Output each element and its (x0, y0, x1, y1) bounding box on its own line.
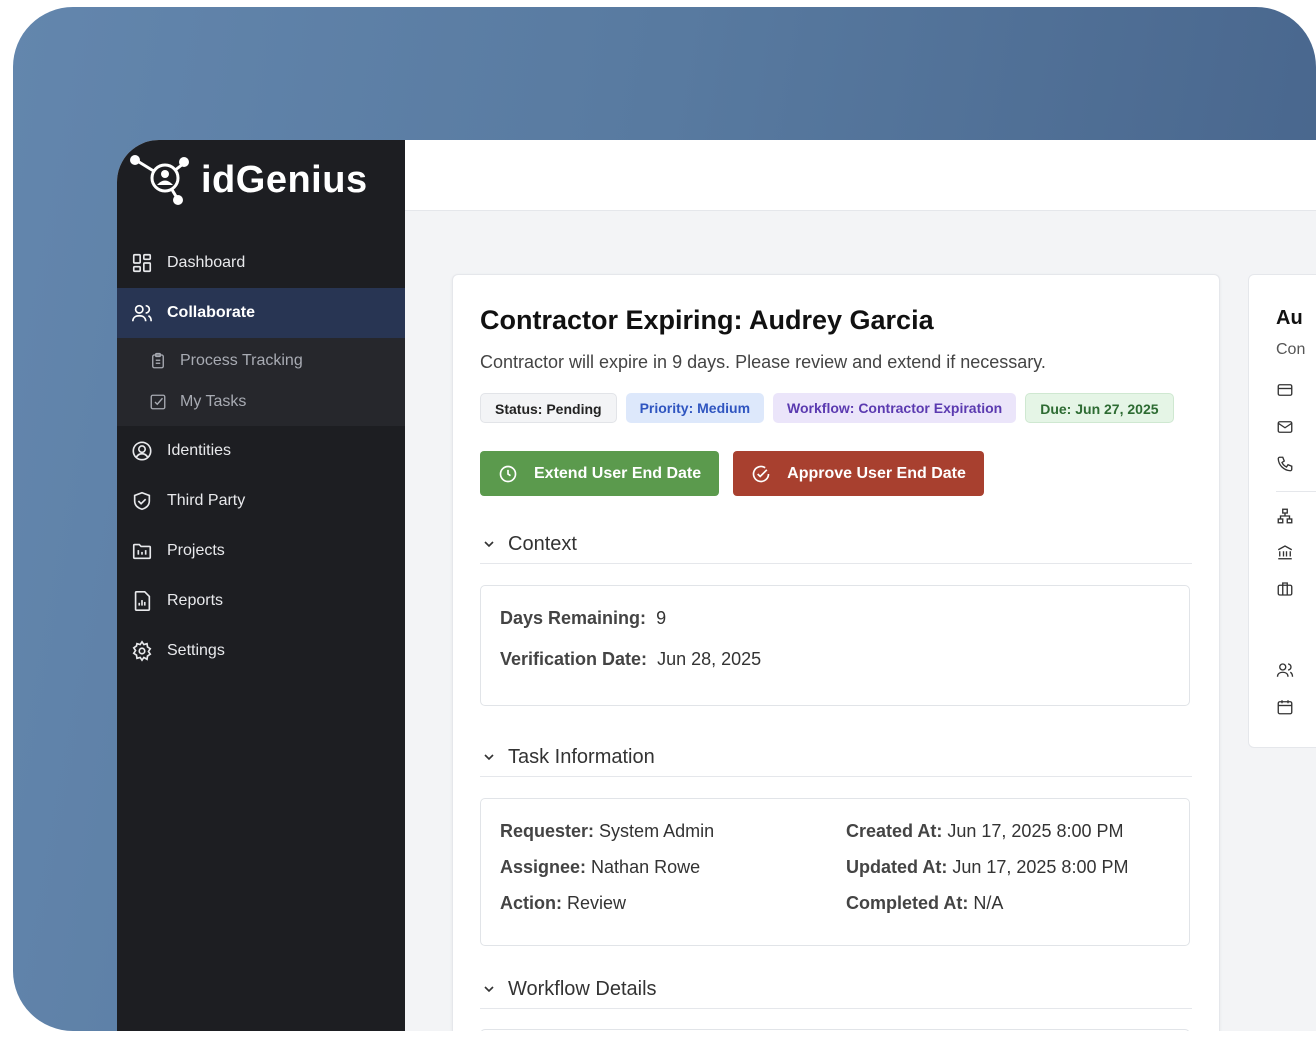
context-section-toggle[interactable]: Context (480, 525, 1192, 564)
field-label: Verification Date: (500, 649, 648, 669)
sidebar-item-label: Identities (167, 442, 232, 459)
brand-name: idGenius (201, 158, 368, 201)
sidebar-item-identities[interactable]: Identities (117, 426, 405, 476)
workflow-badge: Workflow: Contractor Expiration (773, 393, 1017, 423)
verification-date-value: Jun 28, 2025 (657, 649, 762, 669)
extend-end-date-button[interactable]: Extend User End Date (480, 451, 720, 496)
days-remaining-value: 9 (656, 608, 667, 628)
sidebar-item-label: Reports (167, 592, 224, 609)
folder-chart-icon (132, 543, 152, 560)
top-bar (405, 140, 1316, 211)
sidebar-item-label: Projects (167, 542, 225, 559)
users-icon (1276, 661, 1294, 679)
task-description: Contractor will expire in 9 days. Please… (480, 352, 1046, 372)
sidebar-item-collaborate[interactable]: Collaborate (117, 288, 405, 338)
requester-value: System Admin (599, 821, 715, 841)
completed-at-value: N/A (973, 893, 1004, 913)
sidebar-item-third-party[interactable]: Third Party (117, 476, 405, 526)
created-at-value: Jun 17, 2025 8:00 PM (947, 821, 1124, 841)
task-badges: Status: Pending Priority: Medium Workflo… (480, 393, 1174, 423)
check-circle-icon (752, 465, 770, 482)
due-date-badge: Due: Jun 27, 2025 (1025, 393, 1174, 423)
app-window: idGenius Dashboard Collaborate Process T… (117, 140, 1316, 1031)
sidebar-item-label: Collaborate (167, 304, 256, 321)
verification-date-row: Verification Date: Jun 28, 2025 (500, 649, 761, 670)
task-information-heading: Task Information (508, 745, 655, 768)
user-card-title: Au (1276, 307, 1303, 329)
extend-button-label: Extend User End Date (534, 464, 702, 482)
clipboard-icon (152, 352, 164, 368)
sidebar-item-label: My Tasks (180, 392, 247, 410)
sidebar-item-reports[interactable]: Reports (117, 576, 405, 626)
gear-icon (132, 640, 152, 662)
task-title: Contractor Expiring: Audrey Garcia (480, 305, 934, 335)
sidebar-item-settings[interactable]: Settings (117, 626, 405, 676)
assignee-value: Nathan Rowe (591, 857, 701, 877)
task-information-panel: Requester: System Admin Assignee: Nathan… (480, 798, 1190, 946)
users-icon (132, 304, 152, 322)
user-circle-icon (132, 441, 152, 461)
briefcase-icon (1276, 580, 1294, 598)
sidebar-item-label: Dashboard (167, 254, 246, 271)
phone-icon (1276, 455, 1294, 473)
completed-at-row: Completed At: N/A (846, 893, 1003, 914)
workflow-details-section-toggle[interactable]: Workflow Details (480, 970, 1192, 1009)
approve-button-label: Approve User End Date (787, 464, 966, 482)
field-label: Updated At: (846, 857, 948, 877)
action-value: Review (567, 893, 627, 913)
task-information-section-toggle[interactable]: Task Information (480, 738, 1192, 777)
calendar-icon (1276, 698, 1294, 716)
assignee-row: Assignee: Nathan Rowe (500, 857, 700, 878)
checkbox-icon (150, 394, 166, 409)
org-chart-icon (1276, 507, 1294, 525)
chevron-down-icon (484, 754, 494, 761)
clock-icon (499, 465, 517, 482)
sidebar-item-projects[interactable]: Projects (117, 526, 405, 576)
divider (1276, 491, 1316, 492)
action-row: Action: Review (500, 893, 626, 914)
action-buttons: Extend User End Date Approve User End Da… (480, 451, 984, 496)
network-user-icon (130, 155, 189, 205)
approve-end-date-button[interactable]: Approve User End Date (733, 451, 984, 496)
field-label: Action: (500, 893, 562, 913)
user-card-subtitle: Con (1276, 341, 1306, 358)
updated-at-row: Updated At: Jun 17, 2025 8:00 PM (846, 857, 1128, 878)
chevron-down-icon (484, 541, 494, 548)
context-panel: Days Remaining: 9 Verification Date: Jun… (480, 585, 1190, 706)
brand-logo[interactable]: idGenius (129, 154, 368, 206)
id-card-icon (1276, 381, 1294, 399)
field-label: Created At: (846, 821, 943, 841)
sidebar: idGenius Dashboard Collaborate Process T… (117, 140, 405, 1031)
workflow-details-panel (480, 1029, 1190, 1031)
mail-icon (1276, 418, 1294, 436)
created-at-row: Created At: Jun 17, 2025 8:00 PM (846, 821, 1124, 842)
sidebar-item-my-tasks[interactable]: My Tasks (117, 381, 405, 422)
priority-badge: Priority: Medium (625, 393, 765, 423)
status-badge: Status: Pending (480, 393, 617, 423)
requester-row: Requester: System Admin (500, 821, 714, 842)
field-label: Requester: (500, 821, 595, 841)
field-label: Assignee: (500, 857, 587, 877)
sidebar-item-label: Process Tracking (180, 351, 303, 369)
user-summary-card: Au Con (1248, 274, 1316, 748)
task-detail-card: Contractor Expiring: Audrey Garcia Contr… (452, 274, 1220, 1031)
context-heading: Context (508, 532, 577, 555)
days-remaining-row: Days Remaining: 9 (500, 608, 666, 629)
sidebar-item-label: Third Party (167, 492, 246, 509)
sidebar-nav: Dashboard Collaborate Process Tracking M… (117, 238, 405, 676)
sidebar-item-process-tracking[interactable]: Process Tracking (117, 340, 405, 381)
handshake-shield-icon (133, 491, 151, 511)
dashboard-icon (132, 253, 152, 273)
workflow-details-heading: Workflow Details (508, 977, 657, 1000)
sidebar-item-dashboard[interactable]: Dashboard (117, 238, 405, 288)
collaborate-submenu: Process Tracking My Tasks (117, 338, 405, 426)
bank-icon (1276, 543, 1294, 561)
sidebar-item-label: Settings (167, 642, 225, 659)
updated-at-value: Jun 17, 2025 8:00 PM (952, 857, 1129, 877)
chevron-down-icon (484, 986, 494, 993)
report-icon (134, 591, 151, 611)
field-label: Days Remaining: (500, 608, 647, 628)
field-label: Completed At: (846, 893, 969, 913)
